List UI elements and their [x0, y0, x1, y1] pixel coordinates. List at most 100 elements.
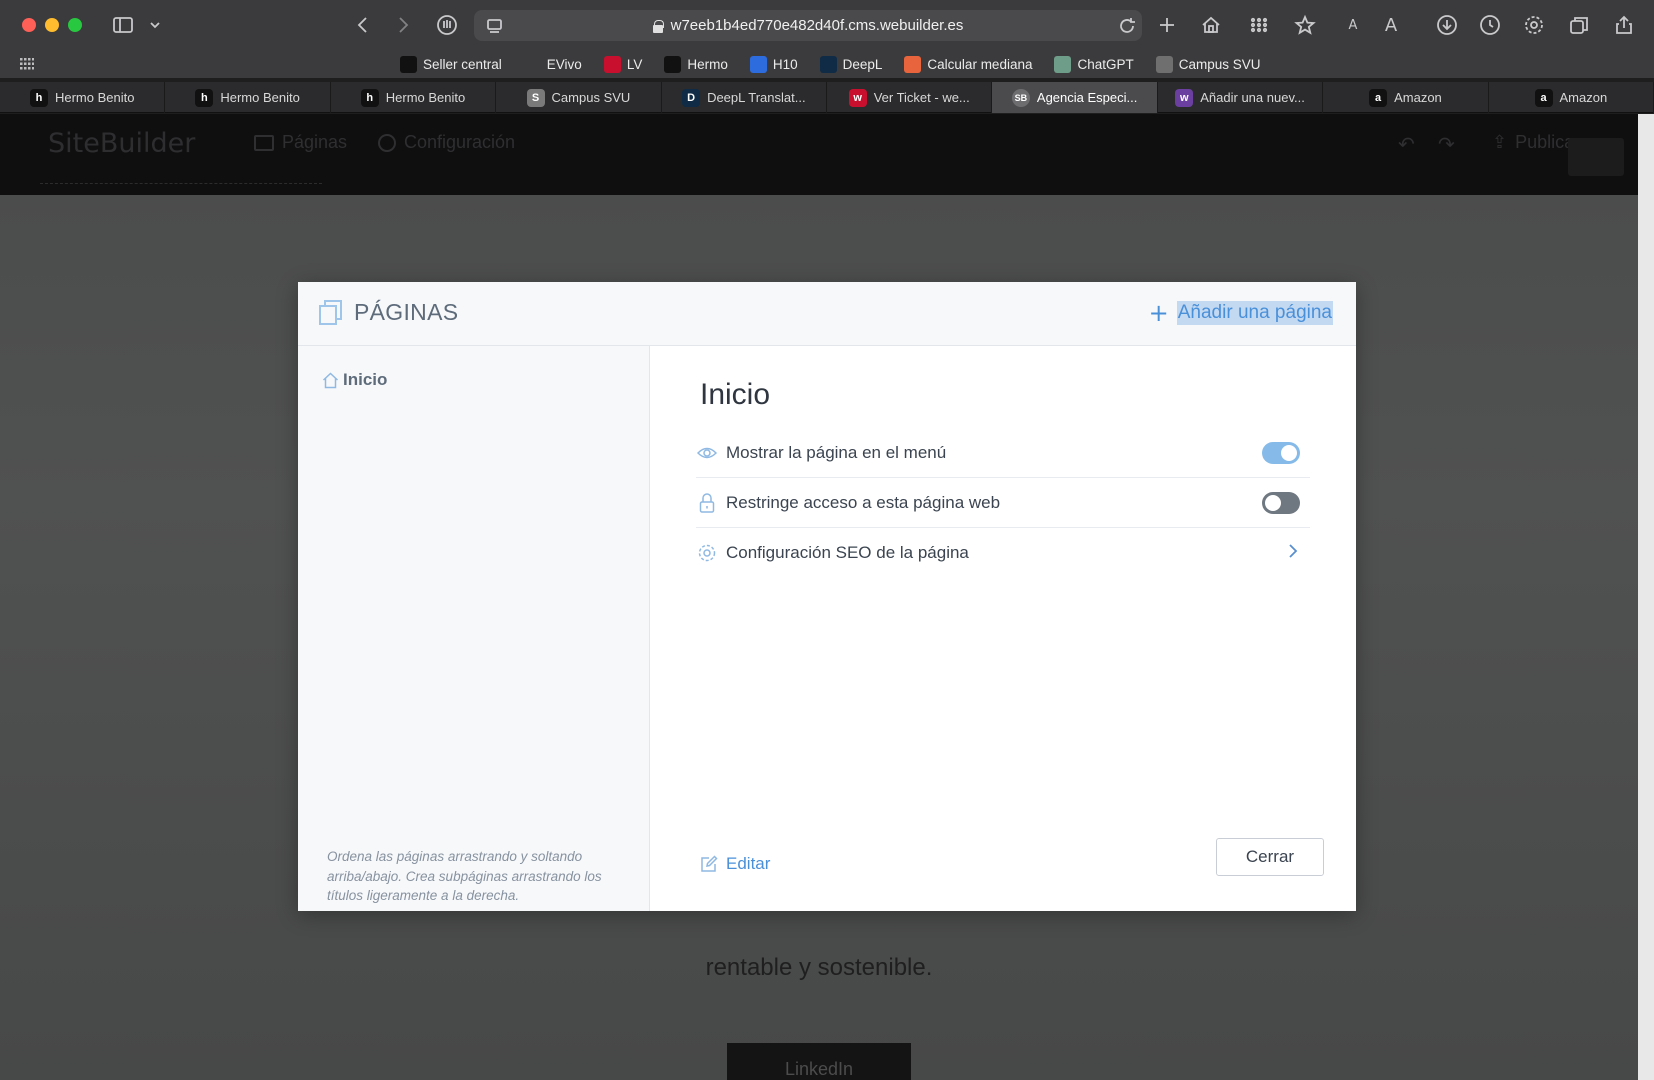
- logo-dashed-outline: [40, 176, 322, 184]
- restrict-access-toggle[interactable]: [1262, 491, 1300, 514]
- browser-tab[interactable]: h Hermo Benito: [331, 82, 497, 113]
- apps-grid-icon[interactable]: [1246, 12, 1272, 38]
- close-button[interactable]: Cerrar: [1216, 838, 1324, 876]
- bookmark-item[interactable]: ChatGPT: [1054, 53, 1134, 75]
- forward-icon[interactable]: [390, 12, 416, 38]
- pages-icon: [319, 300, 342, 325]
- bookmark-label: Campus SVU: [1178, 56, 1261, 72]
- back-icon[interactable]: [350, 12, 376, 38]
- bookmark-label: Seller central: [423, 56, 502, 72]
- tab-favicon-icon: D: [682, 88, 701, 107]
- toggle-knob: [1265, 494, 1281, 511]
- pages-nav-icon: [254, 134, 274, 151]
- bookmark-item[interactable]: DeepL: [819, 53, 883, 75]
- bookmark-item[interactable]: Hermo: [664, 53, 728, 75]
- home-icon[interactable]: [1198, 12, 1224, 38]
- browser-tab[interactable]: a Amazon: [1323, 82, 1489, 113]
- hermo-icon: [664, 55, 682, 73]
- tab-label: Añadir una nuev...: [1200, 90, 1305, 105]
- browser-tab[interactable]: h Hermo Benito: [165, 82, 331, 113]
- browser-tab[interactable]: S Campus SVU: [496, 82, 662, 113]
- add-page-button[interactable]: + Añadir una página: [1149, 301, 1333, 325]
- zoom-window-button[interactable]: [68, 18, 82, 32]
- lv-icon: [603, 55, 621, 73]
- nav-settings[interactable]: Configuración: [378, 132, 515, 153]
- bookmark-item[interactable]: Calcular mediana: [904, 53, 1032, 75]
- add-page-label: Añadir una página: [1176, 301, 1333, 325]
- download-icon[interactable]: [1434, 12, 1460, 38]
- privacy-hand-icon[interactable]: [434, 12, 460, 38]
- page-list-item-label: Inicio: [343, 370, 388, 389]
- edit-page-button[interactable]: Editar: [700, 854, 770, 874]
- lock-icon: [652, 19, 664, 33]
- linkedin-button[interactable]: LinkedIn: [727, 1043, 911, 1080]
- browser-tab[interactable]: D DeepL Translat...: [662, 82, 828, 113]
- tab-favicon-icon: w: [848, 88, 867, 107]
- restrict-access-label: Restringe acceso a esta página web: [726, 492, 1001, 512]
- browser-tab[interactable]: w Ver Ticket - we...: [827, 82, 993, 113]
- gear-icon[interactable]: [1521, 12, 1547, 38]
- page-scrollbar[interactable]: [1638, 114, 1654, 1080]
- bookmark-label: EVivo: [546, 56, 582, 72]
- browser-tab[interactable]: h Hermo Benito: [0, 82, 166, 113]
- tab-label: Hermo Benito: [385, 90, 466, 105]
- tab-label: Hermo Benito: [54, 90, 135, 105]
- tab-label: Agencia Especi...: [1036, 90, 1138, 105]
- chevron-down-icon[interactable]: [142, 12, 168, 38]
- bookmark-item[interactable]: Campus SVU: [1155, 53, 1261, 75]
- globe-icon: [523, 55, 541, 73]
- bookmark-label: DeepL: [842, 56, 883, 72]
- tab-label: Amazon: [1394, 90, 1442, 105]
- tab-favicon-icon: h: [195, 88, 214, 107]
- option-seo-settings[interactable]: Configuración SEO de la página: [696, 528, 1310, 578]
- undo-icon[interactable]: ↶: [1398, 132, 1415, 157]
- redo-icon[interactable]: ↷: [1438, 132, 1455, 157]
- star-icon[interactable]: [1292, 12, 1318, 38]
- lock-icon: [696, 492, 718, 514]
- text-larger-icon[interactable]: A: [1378, 12, 1404, 38]
- pages-list-panel: Inicio Ordena las páginas arrastrando y …: [298, 346, 650, 911]
- bookmark-item[interactable]: H10: [749, 53, 798, 75]
- tab-label: Amazon: [1559, 90, 1608, 105]
- show-in-menu-toggle[interactable]: [1262, 441, 1300, 464]
- sitebuilder-logo: SiteBuilder: [48, 128, 196, 159]
- chevron-right-icon: [1288, 543, 1298, 564]
- bookmark-item[interactable]: LV: [603, 53, 642, 75]
- bookmarks-grid-icon[interactable]: [20, 58, 34, 70]
- bookmark-label: ChatGPT: [1077, 56, 1134, 72]
- tab-favicon-icon: a: [1534, 88, 1553, 107]
- reload-icon[interactable]: [1114, 13, 1140, 39]
- publish-button[interactable]: ⇪ Publicar: [1492, 132, 1580, 153]
- tab-overview-icon[interactable]: [1566, 12, 1592, 38]
- history-icon[interactable]: [1477, 12, 1503, 38]
- svu-icon: [1155, 55, 1173, 73]
- toggle-knob: [1281, 444, 1297, 461]
- close-window-button[interactable]: [22, 18, 36, 32]
- tab-label: Hermo Benito: [220, 90, 300, 105]
- bookmarks-bar: Seller central EVivo LV Hermo H10 DeepL Calcul…: [0, 50, 1654, 78]
- address-bar[interactable]: w7eeb1b4ed770e482d40f.cms.webuilder.es: [474, 10, 1142, 41]
- bookmark-item[interactable]: Seller central: [400, 53, 502, 75]
- bookmark-label: Calcular mediana: [927, 56, 1033, 72]
- sidebar-toggle-icon[interactable]: [110, 12, 136, 38]
- bookmark-item[interactable]: EVivo: [523, 53, 582, 75]
- tab-favicon-icon: w: [1175, 88, 1194, 107]
- browser-tab[interactable]: SB Agencia Especi...: [992, 82, 1158, 113]
- tab-favicon-icon: a: [1369, 88, 1388, 107]
- page-menu-icon[interactable]: [482, 13, 508, 39]
- browser-toolbar: w7eeb1b4ed770e482d40f.cms.webuilder.es A…: [0, 0, 1654, 50]
- page-list-item-inicio[interactable]: Inicio: [322, 370, 387, 390]
- minimize-window-button[interactable]: [45, 18, 59, 32]
- browser-tab[interactable]: a Amazon: [1489, 82, 1654, 113]
- site-settings-button[interactable]: [1568, 138, 1624, 176]
- new-tab-icon[interactable]: [1154, 12, 1180, 38]
- modal-title: PÁGINAS: [354, 299, 459, 325]
- tab-favicon-icon: SB: [1011, 88, 1030, 107]
- text-smaller-icon[interactable]: A: [1340, 12, 1366, 38]
- share-icon[interactable]: [1611, 12, 1637, 38]
- gear-icon: [696, 542, 718, 564]
- nav-pages[interactable]: Páginas: [254, 132, 347, 153]
- modal-header: PÁGINAS + Añadir una página: [298, 282, 1356, 346]
- browser-tab[interactable]: w Añadir una nuev...: [1158, 82, 1324, 113]
- home-page-icon: [322, 371, 339, 388]
